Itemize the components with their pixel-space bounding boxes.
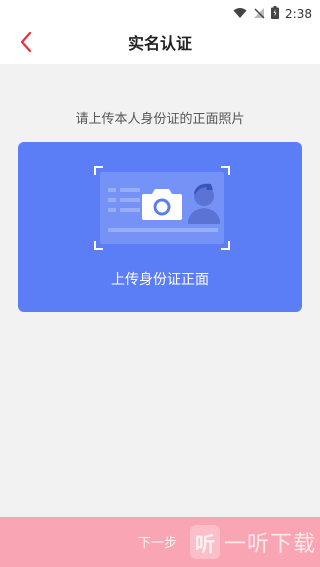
upload-card-label: 上传身份证正面	[111, 272, 209, 288]
id-card-illustration	[94, 166, 230, 250]
watermark-logo-char: 听	[194, 531, 215, 556]
wifi-icon	[233, 4, 247, 23]
camera-icon	[140, 186, 184, 222]
watermark-text: 一听下载	[223, 532, 316, 557]
watermark-logo-icon: 听	[189, 525, 220, 559]
watermark: 听 一听下载	[189, 521, 316, 563]
main-content: 请上传本人身份证的正面照片 上传身份证正面	[0, 64, 320, 517]
page-title: 实名认证	[127, 34, 192, 53]
status-bar: 2:38	[0, 0, 320, 24]
no-signal-icon	[253, 4, 265, 23]
instruction-text: 请上传本人身份证的正面照片	[75, 112, 245, 127]
next-step-label: 下一步	[138, 536, 178, 551]
status-time: 2:38	[285, 6, 312, 21]
nav-bar: 实名认证	[0, 24, 320, 64]
status-icons: 2:38	[233, 4, 312, 23]
upload-id-front-card[interactable]: 上传身份证正面	[18, 142, 302, 312]
battery-icon	[271, 4, 280, 23]
